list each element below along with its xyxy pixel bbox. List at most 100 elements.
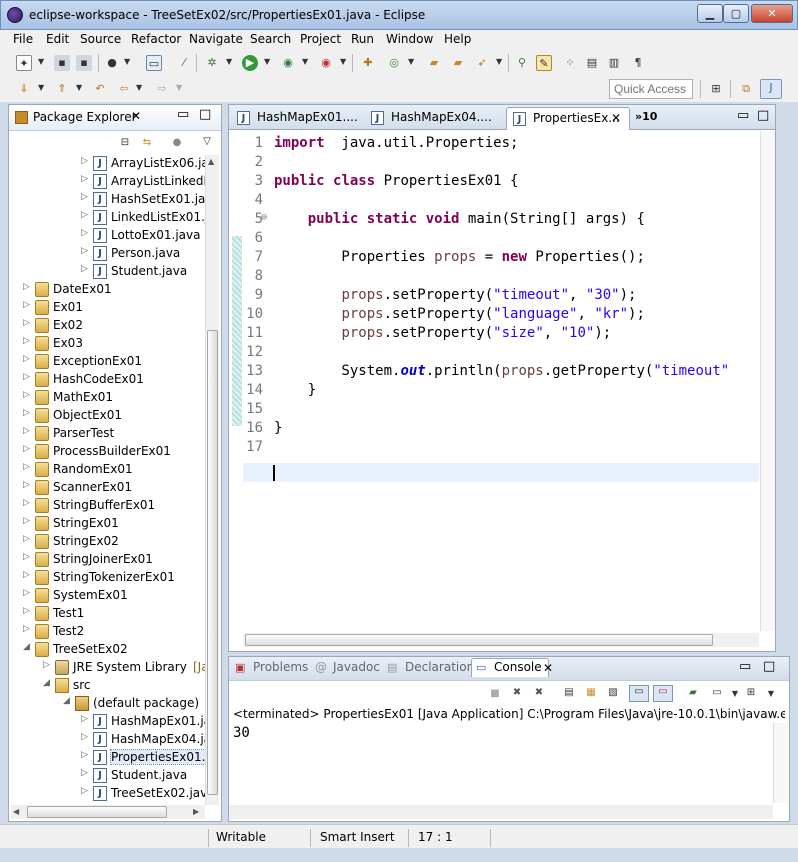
display-console-dropdown-icon[interactable]: ▼ bbox=[729, 688, 741, 700]
new-java-project-icon[interactable]: ✚ bbox=[360, 55, 376, 71]
open-console-dropdown-icon[interactable]: ▼ bbox=[765, 688, 777, 700]
tree-item[interactable]: ▷ J LottoEx01.java bbox=[9, 227, 205, 245]
menu-edit[interactable]: Edit bbox=[46, 32, 69, 46]
collapsed-arrow-icon[interactable]: ▷ bbox=[81, 750, 88, 760]
collapsed-arrow-icon[interactable]: ▷ bbox=[23, 354, 30, 364]
tree-item[interactable]: ◢ src bbox=[9, 677, 205, 695]
open-type-icon[interactable]: ▰ bbox=[426, 55, 442, 71]
previous-annotation-icon[interactable]: ⇑ bbox=[54, 81, 70, 97]
block-selection-icon[interactable]: ⁘ bbox=[562, 55, 578, 71]
menu-project[interactable]: Project bbox=[300, 32, 341, 46]
clear-console-icon[interactable]: ▤ bbox=[563, 687, 575, 699]
maximize-button[interactable]: ▢ bbox=[723, 4, 749, 23]
tree-item[interactable]: ▷ StringJoinerEx01 bbox=[9, 551, 205, 569]
collapsed-arrow-icon[interactable]: ▷ bbox=[81, 192, 88, 202]
expanded-arrow-icon[interactable]: ◢ bbox=[63, 696, 70, 706]
expanded-arrow-icon[interactable]: ◢ bbox=[23, 642, 30, 652]
collapsed-arrow-icon[interactable]: ▷ bbox=[23, 408, 30, 418]
collapsed-arrow-icon[interactable]: ▷ bbox=[81, 786, 88, 796]
show-whitespace-icon[interactable]: ▤ bbox=[584, 55, 600, 71]
menu-refactor[interactable]: Refactor bbox=[131, 32, 181, 46]
editor-horizontal-scrollbar[interactable] bbox=[243, 633, 759, 647]
collapsed-arrow-icon[interactable]: ▷ bbox=[81, 732, 88, 742]
package-explorer-horizontal-scrollbar[interactable]: ◀ ▶ bbox=[11, 805, 205, 819]
scroll-up-icon[interactable]: ▲ bbox=[208, 157, 214, 166]
new-icon[interactable]: ✦ bbox=[16, 55, 32, 71]
tree-item[interactable]: ▷ ParserTest bbox=[9, 425, 205, 443]
pin-console-icon[interactable]: ▰ bbox=[687, 687, 699, 699]
tree-item[interactable]: ▷ J HashMapEx04.jav bbox=[9, 731, 205, 749]
close-button[interactable]: ✕ bbox=[751, 4, 793, 23]
scrollbar-thumb[interactable] bbox=[245, 634, 713, 646]
tree-item[interactable]: ▷ J Student.java bbox=[9, 263, 205, 281]
open-folder-icon[interactable]: ▰ bbox=[450, 55, 466, 71]
tree-item[interactable]: ▷ Test2 bbox=[9, 623, 205, 641]
tree-item[interactable]: ▷ J HashMapEx01.jav bbox=[9, 713, 205, 731]
editor-tab-hashmapex04[interactable]: J HashMapEx04.... bbox=[365, 107, 501, 130]
tree-item[interactable]: ▷ JRE System Library [Java bbox=[9, 659, 205, 677]
code-editor[interactable]: 1 import java.util.Properties; 2 3 public cl… bbox=[229, 131, 759, 631]
new-java-class-icon[interactable]: ◎ bbox=[386, 55, 402, 71]
console-horizontal-scrollbar[interactable] bbox=[229, 805, 773, 819]
tree-item[interactable]: ▷ J TreeSetEx02.java bbox=[9, 785, 205, 803]
view-menu-icon[interactable]: ▽ bbox=[201, 136, 213, 148]
toggle-mark-occurrences-icon[interactable]: ⚲ bbox=[514, 55, 530, 71]
more-tabs-button[interactable]: »10 bbox=[635, 110, 657, 123]
collapsed-arrow-icon[interactable]: ▷ bbox=[23, 534, 30, 544]
tab-declaration[interactable]: Declaration bbox=[405, 660, 474, 674]
java-ee-perspective-icon[interactable]: ⧉ bbox=[738, 81, 754, 97]
minimize-button[interactable]: ▁ bbox=[697, 4, 723, 23]
collapsed-arrow-icon[interactable]: ▷ bbox=[23, 588, 30, 598]
tree-item[interactable]: ▷ Ex02 bbox=[9, 317, 205, 335]
collapsed-arrow-icon[interactable]: ▷ bbox=[23, 570, 30, 580]
tree-item[interactable]: ▷ StringBufferEx01 bbox=[9, 497, 205, 515]
collapsed-arrow-icon[interactable]: ▷ bbox=[23, 372, 30, 382]
new-class-dropdown-icon[interactable]: ▼ bbox=[408, 58, 415, 66]
tree-item[interactable]: ▷ SystemEx01 bbox=[9, 587, 205, 605]
console-vertical-scrollbar[interactable] bbox=[773, 723, 788, 803]
close-icon[interactable]: ✕ bbox=[131, 109, 141, 123]
collapsed-arrow-icon[interactable]: ▷ bbox=[23, 606, 30, 616]
minimize-view-icon[interactable]: ▭ bbox=[177, 107, 189, 122]
minimize-view-icon[interactable]: ▭ bbox=[739, 659, 751, 674]
run-dropdown-icon[interactable]: ▼ bbox=[264, 58, 271, 66]
collapsed-arrow-icon[interactable]: ▷ bbox=[81, 714, 88, 724]
collapsed-arrow-icon[interactable]: ▷ bbox=[23, 516, 30, 526]
collapsed-arrow-icon[interactable]: ▷ bbox=[81, 246, 88, 256]
collapsed-arrow-icon[interactable]: ▷ bbox=[43, 660, 50, 670]
console-output[interactable]: 30 bbox=[233, 725, 250, 741]
collapsed-arrow-icon[interactable]: ▷ bbox=[23, 282, 30, 292]
run-icon[interactable]: ▶ bbox=[242, 55, 258, 71]
focus-on-active-task-icon[interactable]: ● bbox=[171, 137, 183, 149]
collapsed-arrow-icon[interactable]: ▷ bbox=[23, 498, 30, 508]
tab-problems[interactable]: Problems bbox=[253, 660, 308, 674]
search-tool-icon[interactable]: ➶ bbox=[474, 55, 490, 71]
tree-item[interactable]: ▷ StringEx02 bbox=[9, 533, 205, 551]
collapsed-arrow-icon[interactable]: ▷ bbox=[23, 336, 30, 346]
debug-icon[interactable]: ✲ bbox=[204, 55, 220, 71]
word-wrap-icon[interactable]: ▧ bbox=[607, 687, 619, 699]
tree-item[interactable]: ▷ ExceptionEx01 bbox=[9, 353, 205, 371]
save-all-icon[interactable]: ▪ bbox=[76, 55, 92, 71]
close-icon[interactable]: ✕ bbox=[543, 661, 553, 675]
remove-launch-icon[interactable]: ✖ bbox=[511, 687, 523, 699]
new-dropdown-icon[interactable]: ▼ bbox=[38, 58, 45, 66]
save-icon[interactable]: ▪ bbox=[54, 55, 70, 71]
tree-item[interactable]: ▷ J Student.java bbox=[9, 767, 205, 785]
fold-toggle-icon[interactable]: ⊖ bbox=[261, 212, 267, 223]
collapsed-arrow-icon[interactable]: ▷ bbox=[23, 552, 30, 562]
back-dropdown-icon[interactable]: ▼ bbox=[136, 84, 143, 92]
scrollbar-thumb[interactable] bbox=[27, 806, 167, 818]
menu-search[interactable]: Search bbox=[250, 32, 291, 46]
collapsed-arrow-icon[interactable]: ▷ bbox=[23, 624, 30, 634]
tree-item[interactable]: ▷ J HashSetEx01.java bbox=[9, 191, 205, 209]
external-tools-dropdown-icon[interactable]: ▼ bbox=[340, 58, 347, 66]
close-icon[interactable]: ✕ bbox=[611, 111, 621, 125]
next-annotation-icon[interactable]: ⇓ bbox=[16, 81, 32, 97]
next-annotation-dropdown-icon[interactable]: ▼ bbox=[38, 84, 45, 92]
minimize-view-icon[interactable]: ▭ bbox=[737, 108, 749, 123]
collapsed-arrow-icon[interactable]: ▷ bbox=[81, 228, 88, 238]
debug-dropdown-icon[interactable]: ▼ bbox=[226, 58, 233, 66]
menu-help[interactable]: Help bbox=[444, 32, 471, 46]
menu-window[interactable]: Window bbox=[386, 32, 433, 46]
